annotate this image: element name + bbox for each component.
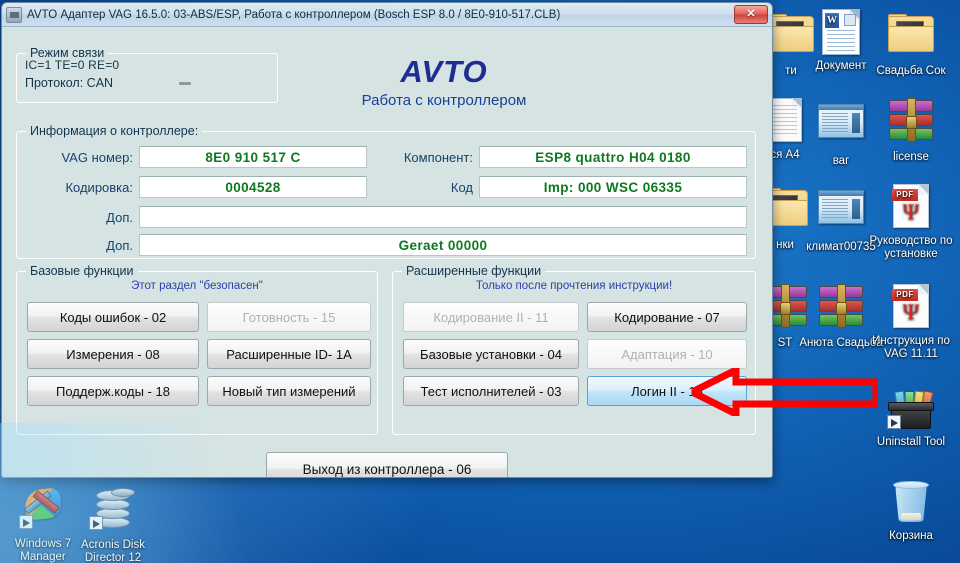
folder-icon [887, 14, 935, 62]
brand-title: AVTO [400, 54, 488, 89]
window-icon [817, 104, 865, 152]
brand-subtitle: Работа с контроллером [361, 92, 527, 109]
desktop-icon-label: Руководство по установке [869, 235, 953, 260]
communication-counters: IC=1 TE=0 RE=0 [25, 58, 120, 72]
code-value[interactable]: Imp: 000 WSC 06335 [479, 176, 747, 198]
desktop-icon-license[interactable]: license [868, 96, 954, 164]
button-fault-codes[interactable]: Коды ошибок - 02 [27, 302, 199, 332]
vag-number-value[interactable]: 8E0 910 517 C [139, 146, 367, 168]
button-measurements[interactable]: Измерения - 08 [27, 339, 199, 369]
close-button[interactable]: ✕ [734, 5, 768, 24]
protocol-value: Протокол: CAN [25, 76, 114, 90]
desktop-icon-recycle-bin[interactable]: Корзина [868, 476, 954, 543]
button-supported-codes[interactable]: Поддерж.коды - 18 [27, 376, 199, 406]
button-adaptation: Адаптация - 10 [587, 339, 747, 369]
desktop-icon-rukovodstvo-po-ustanovke[interactable]: PDF Ψ Руководство по установке [868, 182, 954, 260]
brand-block: AVTO Работа с контроллером [294, 55, 594, 111]
button-actuator-test[interactable]: Тест исполнителей - 03 [403, 376, 579, 406]
desktop-icon-label: Инструкция по VAG 11.11 [872, 335, 950, 360]
communication-mode-group: Режим связи IC=1 TE=0 RE=0 Протокол: CAN [16, 46, 278, 103]
extended-functions-legend: Расширенные функции [402, 264, 546, 278]
avto-adapter-window: AVTO Адаптер VAG 16.5.0: 03-ABS/ESP, Раб… [1, 2, 773, 478]
window-title: AVTO Адаптер VAG 16.5.0: 03-ABS/ESP, Раб… [27, 8, 561, 21]
acronis-icon [89, 488, 137, 536]
extra-field-1-label: Доп. [106, 210, 133, 225]
pdf-icon: PDF Ψ [887, 284, 935, 332]
desktop-icon-label: Acronis Disk Director 12 [81, 539, 145, 563]
desktop-icon-instrukciya-po-vag[interactable]: PDF Ψ Инструкция по VAG 11.11 [868, 282, 954, 360]
winrar-icon [887, 98, 935, 148]
title-bar[interactable]: AVTO Адаптер VAG 16.5.0: 03-ABS/ESP, Раб… [2, 3, 772, 27]
coding-value[interactable]: 0004528 [139, 176, 367, 198]
desktop: ти W Документ Свадьба Сок ся А4 ваг lice… [0, 0, 960, 563]
button-readiness: Готовность - 15 [207, 302, 371, 332]
coding-label: Кодировка: [65, 180, 133, 195]
button-new-measurement-type[interactable]: Новый тип измерений [207, 376, 371, 406]
button-coding[interactable]: Кодирование - 07 [587, 302, 747, 332]
uninstall-tool-icon [887, 385, 935, 433]
extra-field-1-value[interactable] [139, 206, 747, 228]
extended-functions-group: Расширенные функции Только после прочтен… [392, 264, 756, 435]
code-label: Код [450, 180, 473, 195]
recycle-bin-icon [887, 479, 935, 527]
desktop-icon-uninstall-tool[interactable]: Uninstall Tool [868, 382, 954, 449]
desktop-icon-label: Uninstall Tool [876, 436, 946, 448]
status-dash-icon [179, 82, 191, 85]
winrar-icon [817, 284, 865, 334]
desktop-icon-acronis-disk-director[interactable]: Acronis Disk Director 12 [70, 484, 156, 563]
controller-info-group: Информация о контроллере: VAG номер: 8E0… [16, 124, 756, 259]
controller-info-legend: Информация о контроллере: [26, 124, 203, 138]
window-icon [817, 190, 865, 238]
shortcut-arrow-icon [887, 415, 901, 429]
desktop-icon-label: license [893, 151, 929, 163]
basic-functions-hint: Этот раздел "безопасен" [131, 280, 263, 292]
shortcut-arrow-icon [89, 516, 103, 530]
desktop-icon-svadba-sok[interactable]: Свадьба Сок [868, 8, 954, 78]
win7-manager-icon [19, 487, 67, 535]
window-body: Режим связи IC=1 TE=0 RE=0 Протокол: CAN… [2, 27, 772, 477]
desktop-icon-label: Корзина [889, 530, 933, 542]
button-basic-settings[interactable]: Базовые установки - 04 [403, 339, 579, 369]
shortcut-arrow-icon [19, 515, 33, 529]
extra-field-2-value[interactable]: Geraet 00000 [139, 234, 747, 256]
extended-functions-hint: Только после прочтения инструкции! [475, 280, 673, 292]
button-login-ii[interactable]: Логин II - 16 [587, 376, 747, 406]
button-extended-id[interactable]: Расширенные ID- 1A [207, 339, 371, 369]
component-label: Компонент: [403, 150, 473, 165]
component-value[interactable]: ESP8 quattro H04 0180 [479, 146, 747, 168]
word-doc-icon: W [817, 9, 865, 57]
basic-functions-legend: Базовые функции [26, 264, 138, 278]
basic-functions-group: Базовые функции Этот раздел "безопасен" … [16, 264, 378, 435]
app-icon [6, 6, 22, 23]
button-coding-ii: Кодирование II - 11 [403, 302, 579, 332]
desktop-icon-label: Свадьба Сок [876, 65, 946, 77]
pdf-icon: PDF Ψ [887, 184, 935, 232]
vag-number-label: VAG номер: [61, 150, 133, 165]
extra-field-2-label: Доп. [106, 238, 133, 253]
exit-controller-button[interactable]: Выход из контроллера - 06 [266, 452, 508, 477]
